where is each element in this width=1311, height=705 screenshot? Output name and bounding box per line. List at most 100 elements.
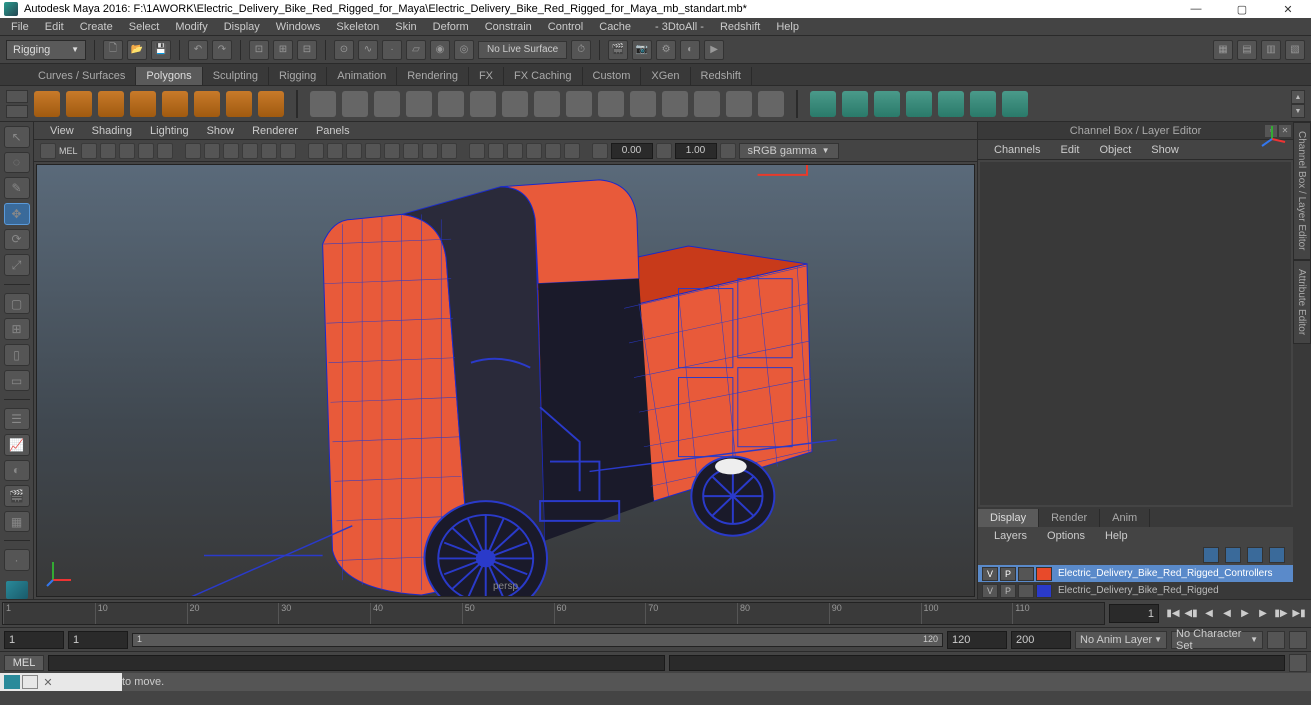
panel-menu-renderer[interactable]: Renderer	[244, 125, 306, 137]
render-frame-icon[interactable]: 🎬	[608, 40, 628, 60]
2d-pan-icon[interactable]	[138, 143, 154, 159]
render-view-icon[interactable]: 🎬	[4, 485, 30, 507]
panel-menu-show[interactable]: Show	[199, 125, 243, 137]
channel-menu-show[interactable]: Show	[1143, 144, 1187, 156]
sculpt-7-icon[interactable]	[1002, 91, 1028, 117]
graph-editor-icon[interactable]: 📈	[4, 434, 30, 456]
motion-blur-icon[interactable]	[507, 143, 523, 159]
sculpt-3-icon[interactable]	[874, 91, 900, 117]
layer-add-selected-icon[interactable]	[1247, 547, 1263, 563]
extrude-icon[interactable]	[406, 91, 432, 117]
wire-on-shaded-icon[interactable]	[403, 143, 419, 159]
poly-cube-icon[interactable]	[66, 91, 92, 117]
anti-alias-icon[interactable]	[564, 143, 580, 159]
layer-move-up-icon[interactable]	[1203, 547, 1219, 563]
single-pane-icon[interactable]: ▢	[4, 293, 30, 315]
four-pane-icon[interactable]: ⊞	[4, 318, 30, 340]
layer-move-down-icon[interactable]	[1225, 547, 1241, 563]
script-lang-button[interactable]: MEL	[4, 655, 44, 671]
bevel-icon[interactable]	[438, 91, 464, 117]
panel-menu-panels[interactable]: Panels	[308, 125, 358, 137]
tool-settings-toggle-icon[interactable]: ▥	[1261, 40, 1281, 60]
prefs-icon[interactable]	[1289, 631, 1307, 649]
live-surface-field[interactable]: No Live Surface	[478, 41, 567, 59]
go-to-start-icon[interactable]: ▮◀	[1165, 606, 1181, 622]
snap-plane-icon[interactable]: ▱	[406, 40, 426, 60]
boolean-icon[interactable]	[374, 91, 400, 117]
outliner-icon[interactable]: ☰	[4, 408, 30, 430]
menu-select[interactable]: Select	[122, 21, 167, 33]
script-editor-icon[interactable]	[1289, 654, 1307, 672]
use-all-lights-icon[interactable]	[365, 143, 381, 159]
gamma-field[interactable]: 1.00	[675, 143, 717, 159]
save-scene-icon[interactable]: 💾	[151, 40, 171, 60]
shelf-scroll-up-icon[interactable]: ▲	[1291, 90, 1305, 104]
taskbar-window-icon[interactable]	[22, 675, 38, 689]
poly-plane-icon[interactable]	[162, 91, 188, 117]
taskbar-app-icon[interactable]	[4, 675, 20, 689]
step-back-key-icon[interactable]: ◀▮	[1183, 606, 1199, 622]
gamma-icon[interactable]	[656, 143, 672, 159]
poly-pipe-icon[interactable]	[258, 91, 284, 117]
menu-modify[interactable]: Modify	[168, 21, 214, 33]
layer-new-icon[interactable]	[1269, 547, 1285, 563]
menu-control[interactable]: Control	[541, 21, 590, 33]
resolution-gate-icon[interactable]	[223, 143, 239, 159]
uv-editor-icon[interactable]: ▦	[4, 511, 30, 533]
close-button[interactable]: ✕	[1265, 0, 1311, 18]
xray-joints-icon[interactable]	[441, 143, 457, 159]
multicut-icon[interactable]	[502, 91, 528, 117]
exposure-field[interactable]: 0.00	[611, 143, 653, 159]
anim-layer-combo[interactable]: No Anim Layer▼	[1075, 631, 1167, 649]
menu--dtoall-[interactable]: - 3DtoAll -	[648, 21, 711, 33]
play-back-icon[interactable]: ◀	[1219, 606, 1235, 622]
layer-color-swatch[interactable]	[1036, 584, 1052, 598]
bookmarks-icon[interactable]	[100, 143, 116, 159]
minimize-button[interactable]: —	[1173, 0, 1219, 18]
image-plane-icon[interactable]	[119, 143, 135, 159]
layer-tab-display[interactable]: Display	[978, 509, 1039, 527]
shelf-tab-custom[interactable]: Custom	[583, 67, 642, 85]
wireframe-icon[interactable]	[308, 143, 324, 159]
gate-mask-icon[interactable]	[242, 143, 258, 159]
menu-cache[interactable]: Cache	[592, 21, 638, 33]
slide-edge-icon[interactable]	[694, 91, 720, 117]
layer-color-swatch[interactable]	[1036, 567, 1052, 581]
lasso-tool-icon[interactable]: ◌	[4, 152, 30, 174]
make-live-icon[interactable]: ◎	[454, 40, 474, 60]
separate-icon[interactable]	[342, 91, 368, 117]
ipr-render-icon[interactable]: 📷	[632, 40, 652, 60]
grease-pencil-icon[interactable]	[157, 143, 173, 159]
workspace-selector[interactable]: Rigging▼	[6, 40, 86, 60]
step-back-icon[interactable]: ◀	[1201, 606, 1217, 622]
play-forward-icon[interactable]: ▶	[1237, 606, 1253, 622]
layer-menu-layers[interactable]: Layers	[986, 530, 1035, 542]
shelf-tab-polygons[interactable]: Polygons	[136, 67, 202, 85]
channel-menu-channels[interactable]: Channels	[986, 144, 1048, 156]
duplicate-face-icon[interactable]	[726, 91, 752, 117]
shelf-tab-animation[interactable]: Animation	[327, 67, 397, 85]
menu-constrain[interactable]: Constrain	[478, 21, 539, 33]
film-gate-icon[interactable]	[204, 143, 220, 159]
hypershade-icon[interactable]: ◐	[680, 40, 700, 60]
menu-skin[interactable]: Skin	[388, 21, 423, 33]
hypershade-layout-icon[interactable]: ◐	[4, 460, 30, 482]
range-start-outer[interactable]: 1	[4, 631, 64, 649]
shelf-trash-icon[interactable]	[6, 105, 28, 118]
taskbar-close-icon[interactable]: ✕	[40, 675, 56, 689]
menu-edit[interactable]: Edit	[38, 21, 71, 33]
shelf-tab-sculpting[interactable]: Sculpting	[203, 67, 269, 85]
viewport2-icon[interactable]	[488, 143, 504, 159]
range-end-inner[interactable]: 120	[947, 631, 1007, 649]
channel-menu-edit[interactable]: Edit	[1052, 144, 1087, 156]
side-tab-channel-box[interactable]: Channel Box / Layer Editor	[1293, 122, 1311, 260]
view-transform-combo[interactable]: sRGB gamma▼	[739, 143, 839, 159]
range-end-outer[interactable]: 200	[1011, 631, 1071, 649]
menu-redshift[interactable]: Redshift	[713, 21, 767, 33]
view-transform-icon[interactable]	[720, 143, 736, 159]
shelf-tab-curves-surfaces[interactable]: Curves / Surfaces	[28, 67, 136, 85]
edge-loop-icon[interactable]	[662, 91, 688, 117]
range-slider[interactable]: 1120	[132, 633, 943, 647]
depth-of-field-icon[interactable]	[526, 143, 542, 159]
sculpt-5-icon[interactable]	[938, 91, 964, 117]
